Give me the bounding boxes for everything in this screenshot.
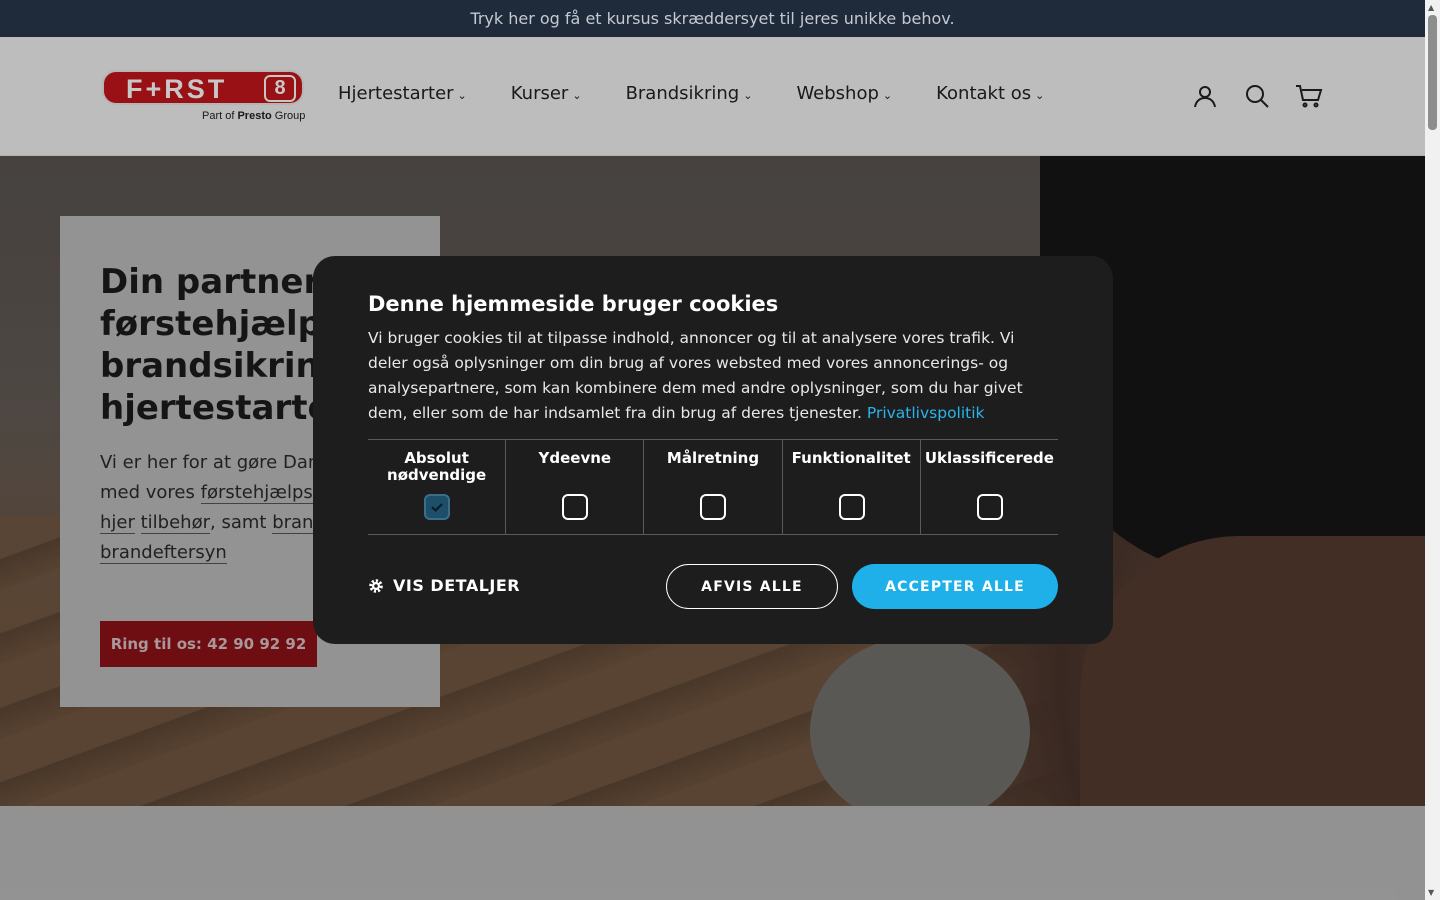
checkbox-unclassified[interactable] [976, 494, 1003, 520]
checkbox-necessary[interactable] [424, 494, 450, 520]
cookie-category-label: Uklassificerede [924, 449, 1054, 467]
scrollbar[interactable]: ▲ ▼ [1425, 0, 1440, 900]
announcement-text[interactable]: Tryk her og få et kursus skræddersyet ti… [470, 9, 954, 28]
cookie-category-functionality: Funktionalitet [783, 440, 921, 534]
checkbox-targeting[interactable] [700, 494, 727, 520]
cookie-title: Denne hjemmeside bruger cookies [368, 292, 779, 316]
privacy-policy-link[interactable]: Privatlivspolitik [867, 404, 985, 422]
cookie-category-unclassified: Uklassificerede [921, 440, 1058, 534]
cookie-category-label: Ydeevne [538, 449, 612, 467]
checkbox-functionality[interactable] [838, 494, 865, 520]
gear-icon [369, 578, 383, 593]
cookie-category-performance: Ydeevne [506, 440, 645, 534]
cookie-category-label: Absolut nødvendige [387, 449, 487, 484]
accept-all-button[interactable]: ACCEPTER ALLE [852, 564, 1058, 609]
cookie-categories: Absolut nødvendige Ydeevne Målretning Fu… [368, 439, 1058, 535]
cookie-category-label: Målretning [666, 449, 760, 467]
cookie-category-necessary: Absolut nødvendige [368, 440, 507, 534]
cookie-dialog: Denne hjemmeside bruger cookies Vi bruge… [313, 256, 1113, 644]
cookie-category-label: Funktionalitet [791, 449, 911, 467]
show-details-button[interactable]: VIS DETALJER [368, 576, 520, 595]
show-details-label: VIS DETALJER [393, 576, 521, 595]
cookie-category-targeting: Målretning [644, 440, 783, 534]
scrollbar-thumb[interactable] [1428, 15, 1437, 130]
scroll-down-icon[interactable]: ▼ [1428, 888, 1434, 897]
announcement-bar[interactable]: Tryk her og få et kursus skræddersyet ti… [0, 0, 1425, 37]
cookie-body: Vi bruger cookies til at tilpasse indhol… [368, 326, 1058, 426]
checkbox-performance[interactable] [562, 494, 589, 520]
check-icon [431, 503, 443, 513]
scroll-up-icon[interactable]: ▲ [1428, 3, 1434, 12]
decline-all-button[interactable]: AFVIS ALLE [666, 564, 838, 609]
